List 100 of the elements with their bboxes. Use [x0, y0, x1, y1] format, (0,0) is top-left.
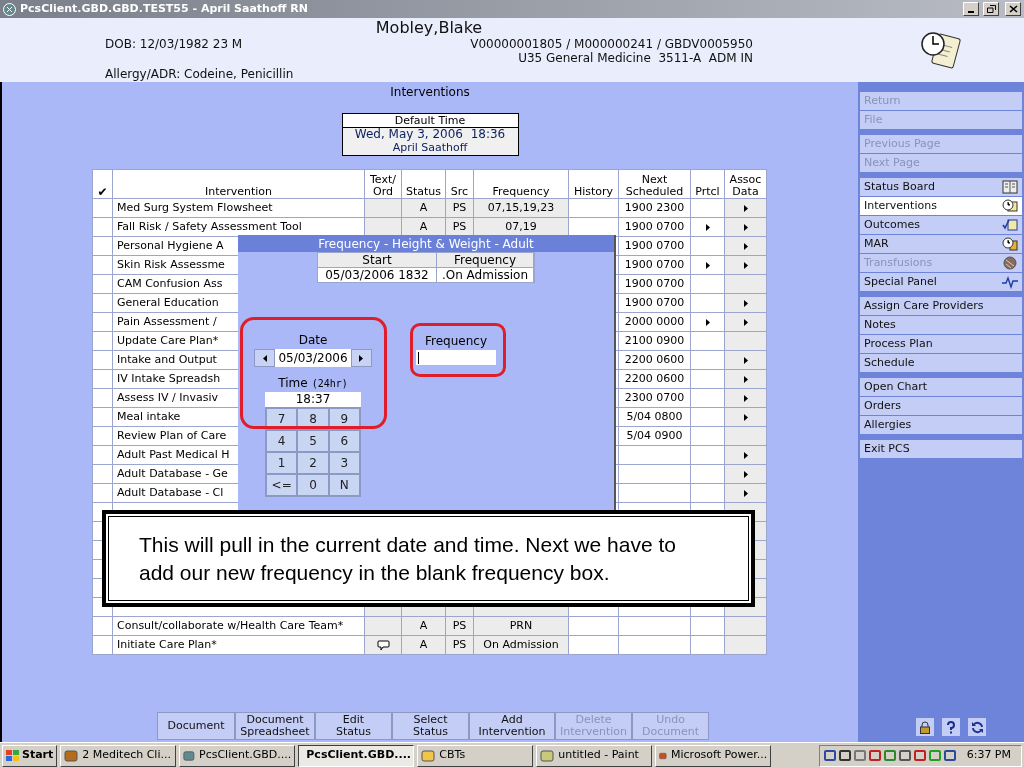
- sidebar-item[interactable]: Outcomes: [860, 216, 1022, 234]
- taskbar-button[interactable]: PcsClient.GBD....: [179, 744, 296, 767]
- keypad-key[interactable]: 4: [266, 430, 298, 452]
- assoc-data-arrow-icon[interactable]: [743, 394, 748, 402]
- keypad-key[interactable]: N: [328, 474, 360, 496]
- toolbar-button[interactable]: Document: [157, 712, 235, 740]
- account-numbers: V00000001805 / M000000241 / GBDV0005950: [470, 37, 753, 51]
- taskbar-button[interactable]: CBTs: [417, 744, 534, 767]
- assoc-data-arrow-icon[interactable]: [743, 413, 748, 421]
- frequency-cell: 07,15,19,23: [487, 201, 555, 214]
- clipboard-clock-icon: [919, 30, 963, 70]
- intervention-name[interactable]: Meal intake: [117, 410, 181, 423]
- tray-icon[interactable]: [898, 749, 911, 762]
- protocol-arrow-icon[interactable]: [705, 223, 710, 231]
- sidebar-item[interactable]: MAR: [860, 235, 1022, 253]
- clock-box-icon: [1002, 237, 1018, 251]
- keypad-key[interactable]: 1: [266, 452, 298, 474]
- toolbar-button[interactable]: Add Intervention: [469, 712, 555, 740]
- assoc-data-arrow-icon[interactable]: [743, 261, 748, 269]
- next-scheduled-cell: 2200 0600: [624, 372, 685, 385]
- close-icon: [1008, 5, 1018, 13]
- keypad-key[interactable]: 5: [297, 430, 329, 452]
- frequency-input[interactable]: [416, 350, 496, 365]
- date-field[interactable]: 05/03/2006: [275, 349, 351, 367]
- status-cell: A: [419, 619, 428, 632]
- assoc-data-arrow-icon[interactable]: [743, 223, 748, 231]
- assoc-data-arrow-icon[interactable]: [743, 318, 748, 326]
- assoc-data-arrow-icon[interactable]: [743, 489, 748, 497]
- sidebar-item[interactable]: Exit PCS: [860, 440, 1022, 458]
- speech-bubble-icon[interactable]: [376, 639, 390, 651]
- clock: 6:37 PM: [966, 747, 1011, 764]
- taskbar-button[interactable]: 2 Meditech Cli...: [60, 744, 177, 767]
- sidebar-item[interactable]: Orders: [860, 397, 1022, 415]
- sidebar-item[interactable]: Interventions: [860, 197, 1022, 215]
- assoc-data-arrow-icon[interactable]: [743, 204, 748, 212]
- assoc-data-arrow-icon[interactable]: [743, 375, 748, 383]
- intervention-name[interactable]: Review Plan of Care: [117, 429, 227, 442]
- assoc-data-arrow-icon[interactable]: [743, 299, 748, 307]
- previous-date-button[interactable]: [254, 349, 276, 367]
- toolbar-button[interactable]: Edit Status: [315, 712, 392, 740]
- sidebar-item[interactable]: Notes: [860, 316, 1022, 334]
- pulse-icon: [1002, 275, 1018, 289]
- frequency-cell: PRN: [509, 619, 533, 632]
- protocol-arrow-icon[interactable]: [705, 261, 710, 269]
- restore-button[interactable]: [983, 2, 999, 16]
- tray-icon[interactable]: [838, 749, 851, 762]
- right-arrow-icon: [359, 354, 364, 362]
- sidebar-item[interactable]: Assign Care Providers: [860, 297, 1022, 315]
- keypad-key[interactable]: <=: [266, 474, 298, 496]
- current-frequency-cell: .On Admission: [437, 267, 534, 282]
- next-scheduled-cell: 1900 2300: [624, 201, 685, 214]
- keypad-key[interactable]: 0: [297, 474, 329, 496]
- sidebar-item[interactable]: Process Plan: [860, 335, 1022, 353]
- taskbar-button[interactable]: PcsClient.GBD....: [298, 744, 415, 767]
- assoc-data-arrow-icon[interactable]: [743, 470, 748, 478]
- assoc-data-arrow-icon[interactable]: [743, 451, 748, 459]
- minimize-button[interactable]: [963, 2, 979, 16]
- help-button[interactable]: [942, 718, 960, 736]
- intervention-name[interactable]: Intake and Output: [117, 353, 217, 366]
- close-button[interactable]: [1005, 2, 1021, 16]
- sidebar-item[interactable]: Special Panel: [860, 273, 1022, 291]
- status-cell: A: [419, 220, 428, 233]
- assoc-data-arrow-icon[interactable]: [743, 356, 748, 364]
- next-scheduled-cell: 2100 0900: [624, 334, 685, 347]
- intervention-name[interactable]: Assess IV / Invasiv: [117, 391, 218, 404]
- toolbar-button[interactable]: Document Spreadsheet: [235, 712, 315, 740]
- dialog-title: Frequency - Height & Weight - Adult: [318, 235, 534, 253]
- sidebar-item[interactable]: Allergies: [860, 416, 1022, 434]
- app-icon: [421, 748, 436, 763]
- tray-icon[interactable]: [943, 749, 956, 762]
- taskbar-button[interactable]: untitled - Paint: [536, 744, 653, 767]
- tray-icon[interactable]: [913, 749, 926, 762]
- sidebar-item[interactable]: Status Board: [860, 178, 1022, 196]
- tray-icon[interactable]: [868, 749, 881, 762]
- time-field[interactable]: 18:37: [265, 392, 361, 407]
- refresh-button[interactable]: [968, 718, 986, 736]
- lock-button[interactable]: [916, 718, 934, 736]
- location-text: U35 General Medicine 3511-A ADM IN: [518, 51, 753, 65]
- assoc-data-arrow-icon[interactable]: [743, 242, 748, 250]
- default-time-label: Default Time: [342, 114, 518, 128]
- keypad-key[interactable]: 3: [328, 452, 360, 474]
- next-date-button[interactable]: [350, 349, 372, 367]
- intervention-name[interactable]: Update Care Plan*: [117, 334, 219, 347]
- keypad-key[interactable]: 6: [328, 430, 360, 452]
- protocol-arrow-icon[interactable]: [705, 318, 710, 326]
- toolbar-button[interactable]: Select Status: [392, 712, 469, 740]
- start-button[interactable]: Start: [2, 744, 58, 767]
- left-arrow-icon: [262, 354, 267, 362]
- tray-icon[interactable]: [823, 749, 836, 762]
- sidebar-item[interactable]: Schedule: [860, 354, 1022, 372]
- current-frequency-cell: 05/03/2006 1832: [318, 267, 437, 282]
- keypad-key[interactable]: 2: [297, 452, 329, 474]
- question-mark-icon: [946, 720, 956, 734]
- default-time-box[interactable]: Default Time Wed, May 3, 2006 18:36 April Saathoff: [341, 113, 519, 156]
- blood-bag-icon: [1002, 256, 1018, 270]
- sidebar-item[interactable]: Open Chart: [860, 378, 1022, 396]
- taskbar-button[interactable]: Microsoft Power...: [655, 744, 772, 767]
- intervention-name[interactable]: IV Intake Spreadsh: [117, 372, 221, 385]
- source-cell: PS: [452, 220, 467, 233]
- app-icon: [3, 2, 16, 16]
